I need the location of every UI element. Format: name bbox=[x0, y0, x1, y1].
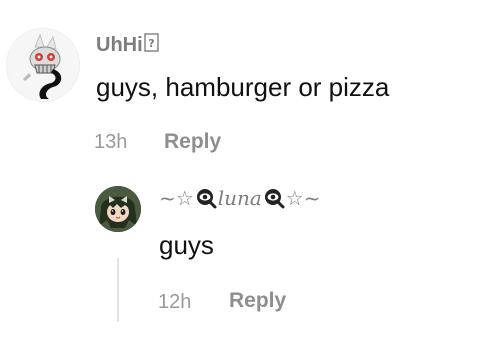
robot-skull-avatar-icon bbox=[7, 29, 79, 101]
comment-text: guys, hamburger or pizza bbox=[96, 72, 390, 102]
svg-text:?: ? bbox=[148, 37, 154, 50]
comment-username[interactable]: UhHi ? bbox=[96, 33, 159, 58]
reply-comment-item: ~☆ luna ☆~ guys 12h Reply bbox=[0, 170, 492, 342]
username-prefix: ~☆ bbox=[159, 186, 194, 210]
reply-button[interactable]: Reply bbox=[164, 130, 221, 154]
comment-item: UhHi ? guys, hamburger or pizza 13h Repl… bbox=[0, 0, 492, 170]
avatar[interactable] bbox=[95, 186, 141, 232]
missing-glyph-icon: ? bbox=[143, 33, 159, 58]
username-suffix: ☆~ bbox=[285, 186, 321, 210]
avatar[interactable] bbox=[6, 28, 80, 102]
comment-timestamp: 13h bbox=[94, 131, 128, 153]
reply-button[interactable]: Reply bbox=[229, 289, 286, 313]
eye-icon bbox=[195, 187, 217, 209]
username-name: luna bbox=[217, 186, 262, 210]
comment-text: guys bbox=[159, 230, 214, 260]
anime-girl-avatar-icon bbox=[95, 186, 141, 232]
comment-username[interactable]: ~☆ luna ☆~ bbox=[159, 186, 320, 210]
username-text: UhHi bbox=[96, 33, 143, 56]
comment-timestamp: 12h bbox=[158, 291, 192, 313]
eye-icon bbox=[263, 187, 285, 209]
